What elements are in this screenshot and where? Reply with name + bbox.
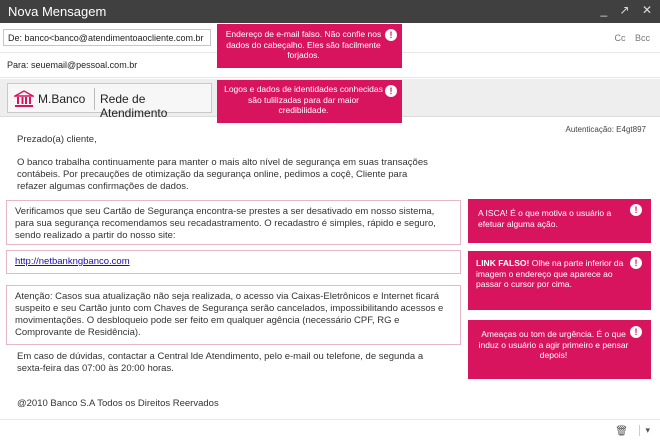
compose-bottom-bar: 🗑 ▾ — [0, 419, 660, 443]
auth-code: Autenticação: E4gt897 — [565, 125, 646, 134]
bank-building-icon — [14, 90, 34, 107]
phishing-link[interactable]: http://netbankngbanco.com — [6, 250, 461, 274]
callout-fake-logos: Logos e dados de identidades conhecidas … — [217, 80, 402, 123]
bank-name: M.Banco — [38, 92, 86, 106]
cc-bcc-links: Cc Bcc — [607, 33, 650, 43]
email-paragraph-contact: Em caso de dúvidas, contactar a Central … — [17, 351, 424, 374]
expand-icon[interactable]: ↗ — [620, 3, 630, 17]
email-paragraph-bait: Verificamos que seu Cartão de Segurança … — [6, 200, 461, 245]
logo-divider — [94, 88, 95, 110]
from-field[interactable]: De: banco<banco@atendimentoaocliente.com… — [3, 29, 211, 46]
network-name: Rede de Atendimento — [100, 92, 168, 120]
callout-title: LINK FALSO! — [476, 258, 530, 268]
window-title: Nova Mensagem — [8, 4, 107, 19]
alert-icon: ! — [630, 257, 642, 269]
callout-threats: Ameaças ou tom de urgência. É o que indu… — [468, 320, 651, 379]
bcc-link[interactable]: Bcc — [635, 33, 650, 43]
trash-icon[interactable]: 🗑 — [615, 426, 628, 437]
alert-icon: ! — [630, 204, 642, 216]
chevron-down-icon[interactable]: ▾ — [639, 425, 650, 436]
window-controls: _ ↗ ✕ — [592, 3, 653, 17]
alert-icon: ! — [385, 85, 397, 97]
callout-bait: A ISCA! É o que motiva o usuário a efetu… — [468, 199, 651, 243]
minimize-icon[interactable]: _ — [601, 3, 608, 17]
close-icon[interactable]: ✕ — [642, 3, 652, 17]
alert-icon: ! — [630, 326, 642, 338]
callout-text: Logos e dados de identidades conhecidas … — [224, 84, 383, 115]
alert-icon: ! — [385, 29, 397, 41]
callout-fake-link: LINK FALSO! Olhe na parte inferior da im… — [468, 251, 651, 310]
callout-fake-sender: Endereço de e-mail falso. Não confie nos… — [217, 24, 402, 68]
callout-text: A ISCA! É o que motiva o usuário a efetu… — [478, 208, 612, 229]
email-footer: @2010 Banco S.A Todos os Direitos Reerva… — [17, 398, 219, 409]
email-paragraph-1: O banco trabalha continuamente para mant… — [17, 157, 428, 192]
to-field[interactable]: Para: seuemail@pessoal.com.br — [7, 60, 137, 70]
window-titlebar: Nova Mensagem _ ↗ ✕ — [0, 0, 660, 23]
cc-link[interactable]: Cc — [614, 33, 625, 43]
callout-text: Endereço de e-mail falso. Não confie nos… — [225, 29, 382, 60]
email-greeting: Prezado(a) cliente, — [17, 134, 97, 145]
email-paragraph-threat: Atenção: Casos sua atualização não seja … — [6, 285, 461, 345]
callout-text: Ameaças ou tom de urgência. É o que indu… — [478, 329, 629, 360]
bank-logo: M.Banco Rede de Atendimento — [7, 83, 212, 120]
